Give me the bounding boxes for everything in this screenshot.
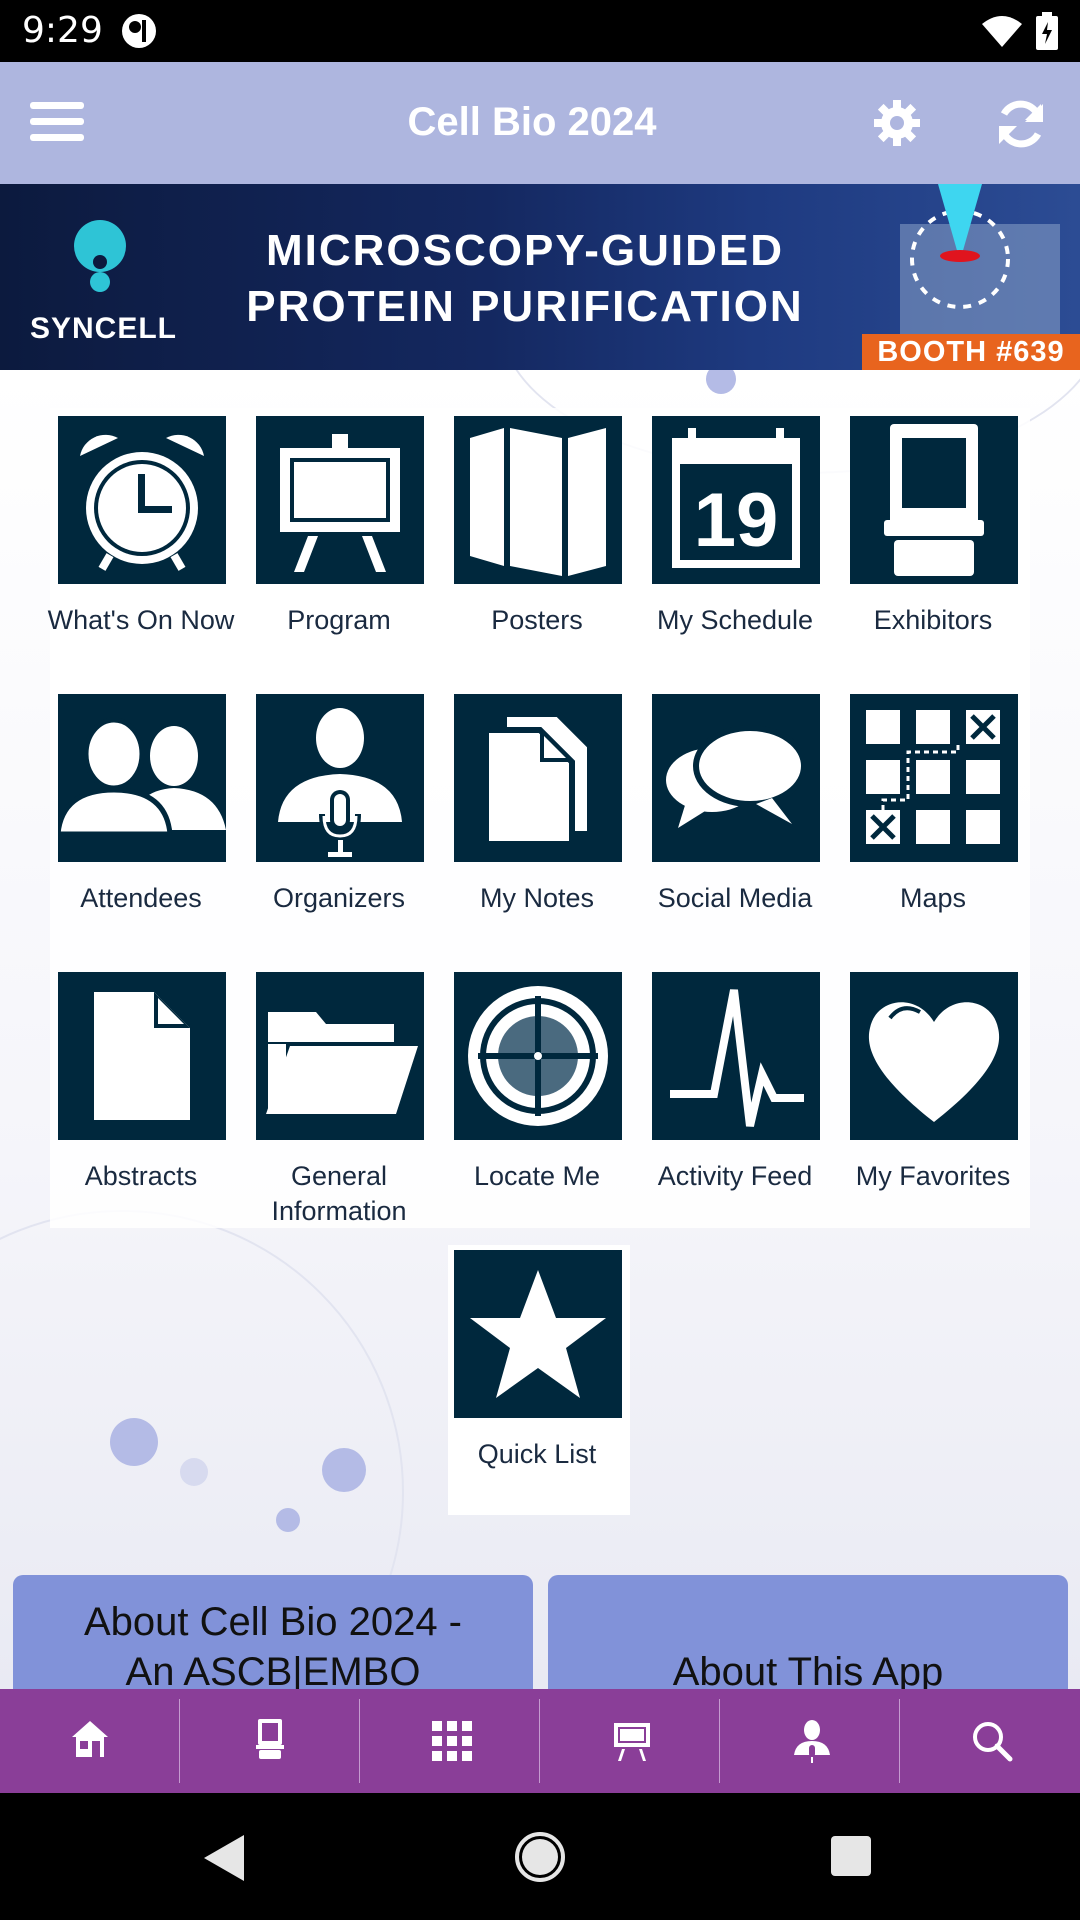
tile-label: General Information <box>271 1161 407 1226</box>
microscopy-cube-icon <box>900 184 1060 334</box>
tab-maps[interactable] <box>360 1689 540 1793</box>
calendar-day: 19 <box>694 478 779 563</box>
about-event-button[interactable]: About Cell Bio 2024 - An ASCB|EMBO <box>13 1575 533 1695</box>
presentation-easel-icon <box>280 434 400 572</box>
document-icon <box>94 992 190 1120</box>
search-icon <box>973 1722 1013 1762</box>
tile-label: My Notes <box>479 883 595 913</box>
speaker-microphone-icon <box>278 708 402 857</box>
tab-exhibitors[interactable] <box>180 1689 360 1793</box>
chat-bubbles-icon <box>666 725 807 828</box>
tile-label: Abstracts <box>84 1161 198 1191</box>
tab-home[interactable] <box>0 1689 180 1793</box>
syncell-logo-icon <box>74 220 126 292</box>
pulse-icon <box>670 989 804 1127</box>
heart-icon <box>868 1002 1000 1122</box>
tile-label: Attendees <box>80 883 202 913</box>
banner-brand: SYNCELL <box>30 312 178 345</box>
folder-icon <box>266 1012 418 1114</box>
notification-icon <box>120 12 158 55</box>
status-bar: 9:29 <box>0 0 1080 62</box>
battery-icon <box>1036 12 1058 55</box>
home-icon <box>72 1721 108 1757</box>
tile-label: Maps <box>899 883 967 913</box>
about-app-label: About This App <box>672 1650 944 1694</box>
star-icon <box>470 1270 606 1398</box>
app-header: Cell Bio 2024 <box>0 62 1080 184</box>
documents-icon <box>483 711 593 847</box>
wifi-icon <box>980 14 1024 53</box>
recents-icon[interactable] <box>830 1835 872 1877</box>
refresh-icon[interactable] <box>995 98 1047 155</box>
booth-badge: BOOTH #639 <box>862 334 1080 370</box>
home-button-icon[interactable] <box>514 1831 566 1883</box>
about-app-button[interactable]: About This App <box>548 1575 1068 1695</box>
floor-map-icon <box>432 1721 472 1761</box>
tab-organizers[interactable] <box>720 1689 900 1793</box>
target-icon <box>468 986 608 1126</box>
alarm-clock-icon <box>80 434 204 571</box>
people-icon <box>55 717 226 837</box>
tile-label: Quick List <box>477 1439 597 1469</box>
tile-label: My Favorites <box>855 1161 1011 1191</box>
banner-line-1: MICROSCOPY-GUIDED <box>265 226 785 275</box>
banner-line-2: PROTEIN PURIFICATION <box>246 282 804 331</box>
tile-label: Locate Me <box>473 1161 601 1191</box>
gear-icon[interactable] <box>872 98 922 153</box>
booth-icon <box>256 1719 284 1759</box>
bottom-tab-bar <box>0 1689 1080 1793</box>
tile-label: Exhibitors <box>873 605 993 635</box>
tab-program[interactable] <box>540 1689 720 1793</box>
tab-search[interactable] <box>900 1689 1080 1793</box>
floor-map-icon <box>866 710 1000 844</box>
folded-map-icon <box>470 428 606 576</box>
back-icon[interactable] <box>202 1833 246 1883</box>
calendar-icon: 19 <box>672 428 800 568</box>
presentation-easel-icon <box>614 1723 650 1761</box>
tile-label: What's On Now <box>47 605 235 635</box>
tile-label: Organizers <box>272 883 406 913</box>
about-event-label: About Cell Bio 2024 - An ASCB|EMBO <box>83 1600 462 1694</box>
tile-label: Activity Feed <box>657 1161 813 1191</box>
status-time: 9:29 <box>22 10 103 51</box>
booth-icon <box>884 424 984 576</box>
sponsor-banner[interactable]: SYNCELL MICROSCOPY-GUIDED PROTEIN PURIFI… <box>0 184 1080 370</box>
tile-label: Program <box>287 605 391 635</box>
tile-label: Social Media <box>657 883 813 913</box>
tile-label: Posters <box>491 605 583 635</box>
speaker-icon <box>794 1720 830 1763</box>
tile-label: My Schedule <box>656 605 814 635</box>
system-nav-bar <box>0 1793 1080 1920</box>
